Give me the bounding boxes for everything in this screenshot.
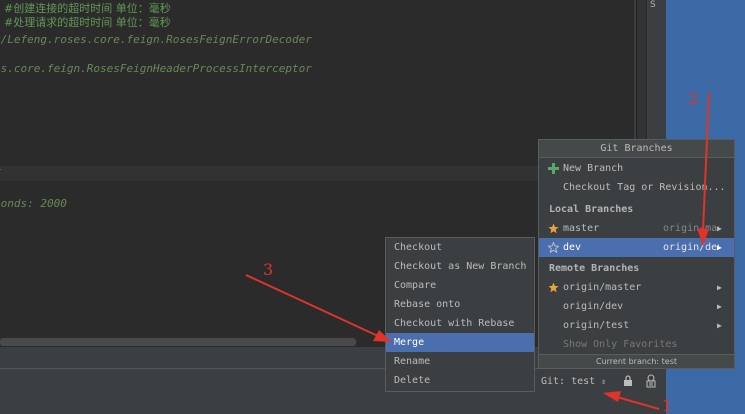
current-branch-label: Current branch: test (539, 354, 734, 368)
code-line: #处理请求的超时时间 单位：毫秒 (4, 16, 171, 29)
menu-item-compare[interactable]: Compare (386, 276, 534, 295)
updown-arrows-icon: ⇕ (601, 377, 607, 386)
popup-title: Git Branches (539, 140, 734, 158)
status-bar (0, 368, 666, 414)
show-only-favorites[interactable]: Show Only Favorites (539, 335, 734, 354)
local-branch-dev[interactable]: dev origin/dev ▶ (539, 238, 734, 257)
submenu-arrow-icon: ▶ (717, 283, 722, 292)
tracking-branch: origin/dev (663, 242, 719, 253)
branch-name: origin/dev (563, 301, 624, 312)
branch-name: dev (563, 242, 582, 253)
remote-branch-origin-dev[interactable]: origin/dev ▶ (539, 297, 734, 316)
code-line: y/Lefeng.roses.core.feign.RosesFeignErro… (0, 33, 312, 46)
submenu-arrow-icon: ▶ (717, 224, 722, 233)
star-outline-icon[interactable] (548, 242, 559, 253)
git-branch-label[interactable]: Git: test (541, 376, 595, 387)
git-branches-popup: Git Branches New Branch Checkout Tag or … (538, 139, 735, 369)
horizontal-scrollbar[interactable] (0, 338, 356, 346)
menu-item-delete[interactable]: Delete (386, 371, 534, 390)
branch-name: origin/master (563, 282, 642, 293)
code-line: es.core.feign.RosesFeignHeaderProcessInt… (0, 62, 312, 75)
remote-branch-origin-master[interactable]: origin/master ▶ (539, 278, 734, 297)
menu-item-checkout-with-rebase[interactable]: Checkout with Rebase (386, 314, 534, 333)
branch-context-menu: Checkout Checkout as New Branch Compare … (385, 237, 535, 392)
branch-name: origin/test (563, 320, 630, 331)
hector-icon[interactable] (645, 374, 657, 388)
tracking-branch: origin/master (663, 223, 719, 234)
menu-item-merge[interactable]: Merge (386, 333, 534, 352)
local-branches-header: Local Branches (549, 204, 634, 215)
lock-icon[interactable] (623, 375, 633, 387)
local-branch-master[interactable]: master origin/master ▶ (539, 219, 734, 238)
annotation-number-1: 1 (662, 396, 673, 414)
checkout-tag-item[interactable]: Checkout Tag or Revision... (539, 178, 734, 197)
annotation-number-2: 2 (688, 89, 699, 108)
new-branch-label: New Branch (563, 163, 624, 174)
menu-item-checkout-as-new-branch[interactable]: Checkout as New Branch (386, 257, 534, 276)
menu-item-rebase-onto[interactable]: Rebase onto (386, 295, 534, 314)
star-filled-icon (548, 223, 559, 234)
submenu-arrow-icon: ▶ (717, 302, 722, 311)
remote-branch-origin-test[interactable]: origin/test ▶ (539, 316, 734, 335)
submenu-arrow-icon: ▶ (717, 321, 722, 330)
menu-item-checkout[interactable]: Checkout (386, 238, 534, 257)
branch-name: master (563, 223, 600, 234)
submenu-arrow-icon: ▶ (717, 243, 722, 252)
code-line: #创建连接的超时时间 单位：毫秒 (4, 2, 171, 15)
git-branch-widget[interactable]: Git: test ⇕ (541, 376, 606, 387)
remote-branches-header: Remote Branches (549, 263, 640, 274)
annotation-number-3: 3 (263, 260, 274, 279)
side-tool-tab-label[interactable]: S (650, 0, 656, 10)
plus-icon (548, 163, 559, 174)
checkout-tag-label: Checkout Tag or Revision... (563, 182, 726, 193)
star-filled-icon (548, 282, 559, 293)
new-branch-item[interactable]: New Branch (539, 159, 734, 178)
code-line: conds: 2000 (0, 197, 67, 210)
code-line: F (0, 167, 1, 181)
menu-item-rename[interactable]: Rename (386, 352, 534, 371)
